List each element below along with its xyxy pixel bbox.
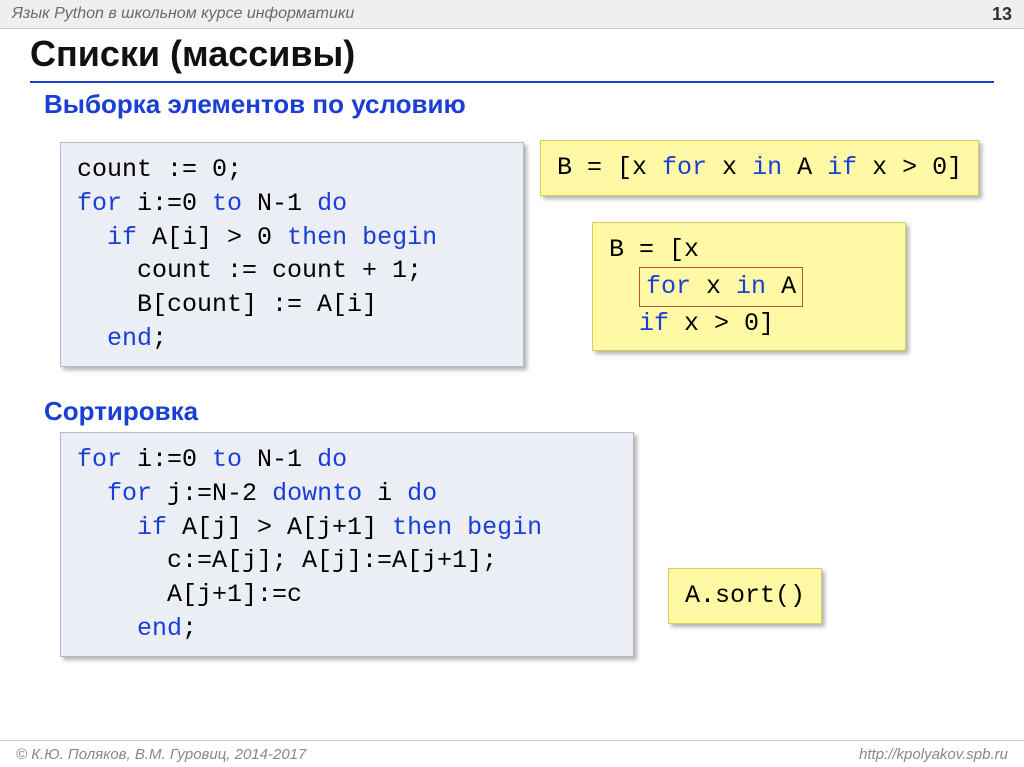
section1-heading: Выборка элементов по условию <box>44 89 1024 120</box>
title-rule <box>30 81 994 83</box>
section2-heading: Сортировка <box>44 396 198 427</box>
topbar: Язык Python в школьном курсе информатики… <box>0 0 1024 29</box>
pascal-filter-code: count := 0; for i:=0 to N-1 do if A[i] >… <box>60 142 524 367</box>
page-number: 13 <box>992 4 1012 25</box>
pascal-sort-code: for i:=0 to N-1 do for j:=N-2 downto i d… <box>60 432 634 657</box>
footer-link[interactable]: http://kpolyakov.spb.ru <box>859 746 1008 763</box>
python-filter-oneline: B = [x for x in A if x > 0] <box>540 140 979 196</box>
breadcrumb: Язык Python в школьном курсе информатики <box>12 5 354 23</box>
python-sort-code: A.sort() <box>668 568 822 624</box>
python-filter-block: B = [x for x in A if x > 0] <box>592 222 906 351</box>
footer: © К.Ю. Поляков, В.М. Гуровиц, 2014-2017 … <box>0 740 1024 767</box>
slide: Язык Python в школьном курсе информатики… <box>0 0 1024 767</box>
page-title: Списки (массивы) <box>30 33 1024 75</box>
copyright: © К.Ю. Поляков, В.М. Гуровиц, 2014-2017 <box>16 746 306 763</box>
